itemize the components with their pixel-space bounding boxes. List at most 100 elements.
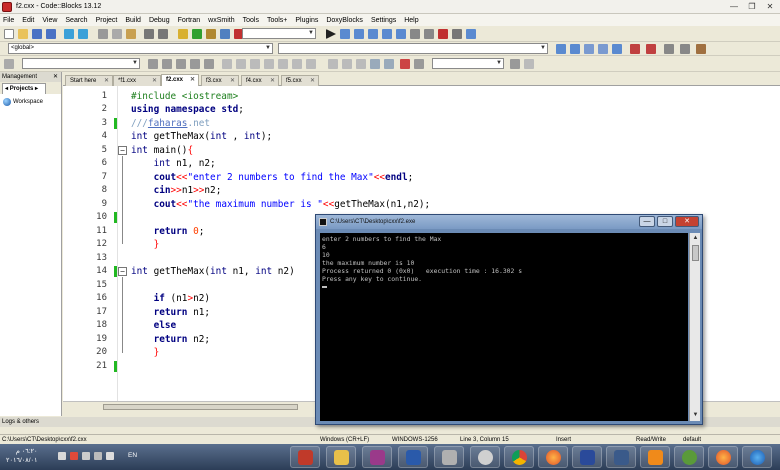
stop-debug-icon[interactable] <box>438 29 448 39</box>
console-maximize-button[interactable]: □ <box>657 216 673 227</box>
close-tab-icon[interactable]: ✕ <box>152 76 157 86</box>
zoom-in-icon[interactable] <box>370 59 380 69</box>
taskbar-vlc[interactable] <box>640 446 670 468</box>
taskbar-firefox2[interactable] <box>708 446 738 468</box>
open-folder-icon[interactable] <box>18 29 28 39</box>
console-close-button[interactable]: ✕ <box>675 216 699 227</box>
save-icon[interactable] <box>32 29 42 39</box>
taskbar-app[interactable] <box>434 446 464 468</box>
menu-wxsmith[interactable]: wxSmith <box>208 17 234 24</box>
show-desktop-icon[interactable] <box>58 452 66 460</box>
menu-build[interactable]: Build <box>125 17 141 24</box>
keyboard-icon[interactable] <box>414 59 424 69</box>
console-title-bar[interactable]: C:\Users\CT\Desktop\cxx\f2.exe — □ ✕ <box>316 215 702 229</box>
cut-icon[interactable] <box>98 29 108 39</box>
run-icon[interactable] <box>192 29 202 39</box>
next-bookmark-icon[interactable] <box>598 44 608 54</box>
menu-help[interactable]: Help <box>404 17 418 24</box>
debug-windows-icon[interactable] <box>452 29 462 39</box>
close-tab-icon[interactable]: ✕ <box>310 76 315 86</box>
close-tab-icon[interactable]: ✕ <box>104 76 109 86</box>
console-scroll-thumb[interactable] <box>692 245 699 261</box>
comment-icon[interactable] <box>630 44 640 54</box>
close-tab-icon[interactable]: ✕ <box>270 76 275 86</box>
close-tab-icon[interactable]: ✕ <box>190 75 195 85</box>
uncomment-icon[interactable] <box>646 44 656 54</box>
minimize-button[interactable]: — <box>728 2 740 12</box>
build-run-icon[interactable] <box>206 29 216 39</box>
tab-start-here[interactable]: Start here ✕ <box>65 75 113 86</box>
align-right-icon[interactable] <box>278 59 288 69</box>
battery-icon[interactable] <box>94 452 102 460</box>
rect2-icon[interactable] <box>342 59 352 69</box>
console-minimize-button[interactable]: — <box>639 216 655 227</box>
fold-toggle-icon[interactable]: − <box>118 267 127 276</box>
tab-projects[interactable]: ◂ Projects ▸ <box>2 83 46 94</box>
build-target-combo[interactable]: ▼ <box>242 28 316 39</box>
jump-back-icon[interactable] <box>556 44 566 54</box>
step-into-icon[interactable] <box>368 29 378 39</box>
taskbar-devcpp[interactable] <box>572 446 602 468</box>
bold-icon[interactable] <box>162 59 172 69</box>
workspace-item[interactable]: Workspace <box>0 98 61 106</box>
replace-icon[interactable] <box>158 29 168 39</box>
match-brace-icon[interactable] <box>664 44 674 54</box>
toggle-bookmark-icon[interactable] <box>612 44 622 54</box>
paste-icon[interactable] <box>126 29 136 39</box>
doxy-icon[interactable] <box>680 44 690 54</box>
redo-icon[interactable] <box>78 29 88 39</box>
scroll-down-icon[interactable]: ▼ <box>691 411 700 420</box>
rebuild-icon[interactable] <box>220 29 230 39</box>
menu-file[interactable]: File <box>3 17 14 24</box>
debug-info-icon[interactable] <box>466 29 476 39</box>
find-icon[interactable] <box>144 29 154 39</box>
copy-icon[interactable] <box>112 29 122 39</box>
close-tab-icon[interactable]: ✕ <box>230 76 235 86</box>
tray-flag-icon[interactable] <box>70 452 78 460</box>
debug-play-icon[interactable] <box>326 29 336 39</box>
tab-f5[interactable]: f5.cxx ✕ <box>281 75 319 86</box>
tab-f4[interactable]: f4.cxx ✕ <box>241 75 279 86</box>
html-icon[interactable] <box>148 59 158 69</box>
start-button[interactable] <box>742 446 772 468</box>
menu-debug[interactable]: Debug <box>149 17 170 24</box>
step-out-icon[interactable] <box>382 29 392 39</box>
step-instruction-icon[interactable] <box>410 29 420 39</box>
taskbar-word[interactable] <box>398 446 428 468</box>
table-icon[interactable] <box>292 59 302 69</box>
fold-toggle-icon[interactable]: − <box>118 146 127 155</box>
zoom-out-icon[interactable] <box>384 59 394 69</box>
search-icon[interactable] <box>510 59 520 69</box>
taskbar-winrar[interactable] <box>362 446 392 468</box>
volume-icon[interactable] <box>106 452 114 460</box>
close-button[interactable]: ✕ <box>764 2 776 12</box>
menu-fortran[interactable]: Fortran <box>178 17 201 24</box>
close-panel-icon[interactable]: ✕ <box>53 72 58 82</box>
menu-edit[interactable]: Edit <box>22 17 34 24</box>
font-icon[interactable] <box>204 59 214 69</box>
taskbar-codeblocks[interactable] <box>290 446 320 468</box>
rect-icon[interactable] <box>328 59 338 69</box>
menu-search[interactable]: Search <box>65 17 87 24</box>
menu-plugins[interactable]: Plugins <box>295 17 318 24</box>
tab-f1[interactable]: *f1.cxx ✕ <box>113 75 161 86</box>
italic-icon[interactable] <box>176 59 186 69</box>
taskbar-clock[interactable]: ٠٦:٢٠ م ٢٠١٦/٠٨/٠١ <box>6 447 38 465</box>
language-indicator[interactable]: EN <box>128 452 137 459</box>
prev-bookmark-icon[interactable] <box>584 44 594 54</box>
taskbar-firefox[interactable] <box>538 446 568 468</box>
taskbar-photoshop[interactable] <box>606 446 636 468</box>
settings-icon[interactable] <box>696 44 706 54</box>
underline-icon[interactable] <box>190 59 200 69</box>
menu-doxyblocks[interactable]: DoxyBlocks <box>326 17 363 24</box>
jump-forward-icon[interactable] <box>570 44 580 54</box>
menu-project[interactable]: Project <box>96 17 118 24</box>
taskbar-chrome[interactable] <box>504 446 534 468</box>
run-to-cursor-icon[interactable] <box>340 29 350 39</box>
align-center-icon[interactable] <box>264 59 274 69</box>
menu-tools[interactable]: Tools <box>243 17 259 24</box>
console-window[interactable]: C:\Users\CT\Desktop\cxx\f2.exe — □ ✕ ent… <box>315 214 703 425</box>
new-file-icon[interactable] <box>4 29 14 39</box>
taskbar-app2[interactable] <box>674 446 704 468</box>
console-scrollbar[interactable]: ▲ ▼ <box>689 233 700 421</box>
